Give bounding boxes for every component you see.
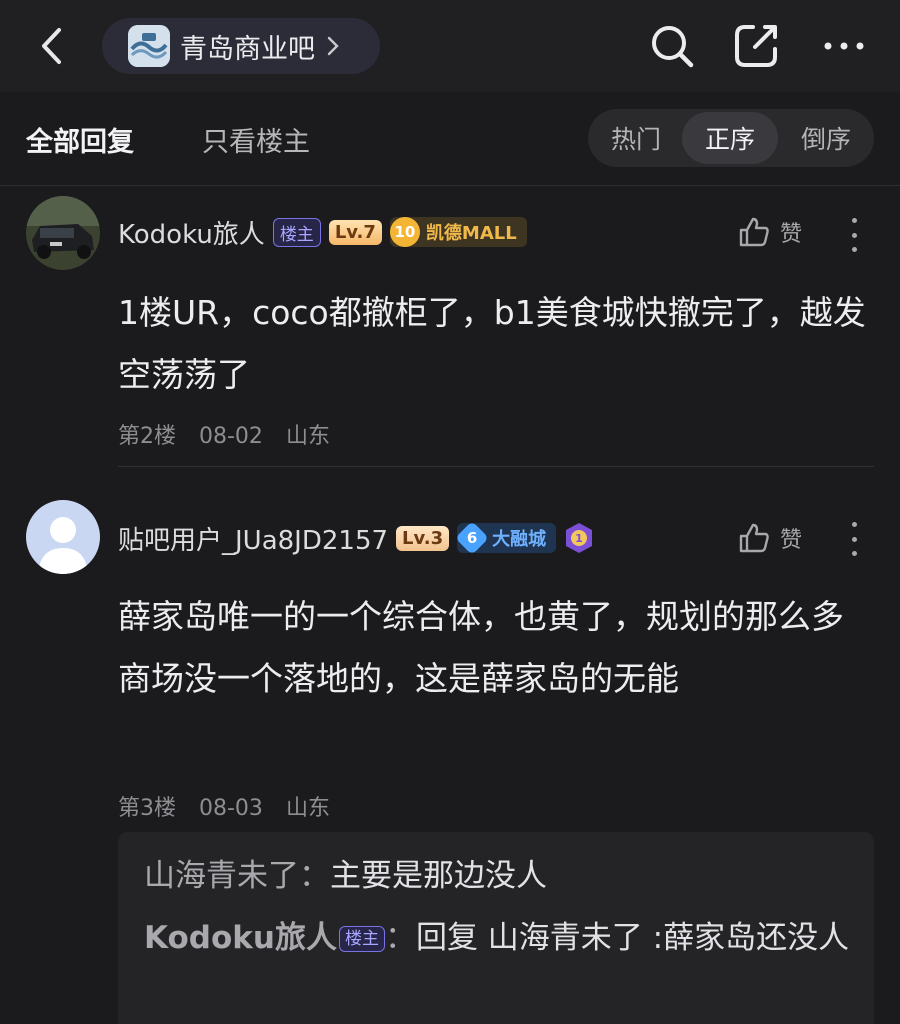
tab-all-replies[interactable]: 全部回复 <box>26 120 134 159</box>
badge-text: 凯德MALL <box>425 223 517 244</box>
forum-member-badge: 6 大融城 <box>455 521 557 555</box>
share-icon <box>735 25 777 67</box>
sort-ascending[interactable]: 正序 <box>682 112 778 164</box>
post-date: 08-02 <box>199 424 263 449</box>
like-label: 赞 <box>780 222 803 247</box>
chevron-right-icon <box>327 36 339 56</box>
filter-bar: 全部回复 只看楼主 热门 正序 倒序 <box>0 92 900 186</box>
post-location: 山东 <box>285 424 330 449</box>
post-meta: 第2楼 08-02 山东 <box>118 418 346 450</box>
vertical-dots-icon <box>851 522 857 527</box>
sub-reply-box[interactable]: 山海青未了：主要是那边没人 Kodoku旅人 楼主 ：回复 山海青未了 :薛家岛还没… <box>118 832 874 1024</box>
forum-member-badge: 10 凯德MALL <box>389 217 527 247</box>
like-label: 赞 <box>780 528 803 553</box>
sub-reply[interactable]: Kodoku旅人 楼主 ：回复 山海青未了 :薛家岛还没人 <box>144 912 854 964</box>
post-content: 1楼UR，coco都撤柜了，b1美食城快撤完了，越发空荡荡了 <box>118 293 866 394</box>
post-header: Kodoku旅人 楼主 Lv.7 10 凯德MALL <box>118 212 527 252</box>
like-button[interactable]: 赞 <box>738 216 802 248</box>
forum-name: 青岛商业吧 <box>180 33 315 65</box>
avatar[interactable] <box>26 196 100 270</box>
post-content: 薛家岛唯一的一个综合体，也黄了，规划的那么多商场没一个落地的，这是薛家岛的无能 <box>118 597 844 698</box>
share-button[interactable] <box>730 20 782 72</box>
more-icon <box>824 42 864 50</box>
sub-reply-separator: ： <box>384 920 416 956</box>
sub-reply-separator: ： <box>299 858 330 894</box>
reply-post: Kodoku旅人 楼主 Lv.7 10 凯德MALL 赞 1楼UR，coco都撤… <box>0 186 900 468</box>
sort-hot[interactable]: 热门 <box>588 109 684 167</box>
sub-reply-author[interactable]: 山海青未了 <box>144 858 299 894</box>
sort-descending[interactable]: 倒序 <box>778 109 874 167</box>
svg-text:1: 1 <box>575 532 583 545</box>
vertical-dots-icon <box>851 218 857 223</box>
back-button[interactable] <box>32 22 72 70</box>
post-location: 山东 <box>285 796 330 821</box>
back-arrow-icon <box>42 28 61 64</box>
thumbs-up-icon <box>739 523 769 553</box>
sub-reply-author[interactable]: Kodoku旅人 <box>144 920 337 956</box>
top-nav-bar: 青岛商业吧 <box>0 0 900 92</box>
username[interactable]: 贴吧用户_JUa8JD2157 <box>118 520 388 557</box>
search-button[interactable] <box>646 20 698 72</box>
forum-entry[interactable]: 青岛商业吧 <box>102 18 380 74</box>
avatar[interactable] <box>26 500 100 574</box>
sub-reply-text: 回复 山海青未了 :薛家岛还没人 <box>415 920 850 956</box>
sub-reply-text: 主要是那边没人 <box>330 858 547 894</box>
username[interactable]: Kodoku旅人 <box>118 214 265 251</box>
post-more-menu[interactable] <box>844 218 864 252</box>
floor-number: 第3楼 <box>118 796 176 821</box>
level-badge: Lv.3 <box>396 525 450 551</box>
post-more-menu[interactable] <box>844 522 864 556</box>
more-button[interactable] <box>818 20 870 72</box>
divider <box>118 466 874 467</box>
op-badge: 楼主 <box>272 217 321 247</box>
tab-op-only[interactable]: 只看楼主 <box>202 120 310 159</box>
post-meta: 第3楼 08-03 山东 <box>118 790 346 822</box>
forum-logo-icon <box>128 25 170 67</box>
thumbs-up-icon <box>739 217 769 247</box>
sub-reply[interactable]: 山海青未了：主要是那边没人 <box>144 850 854 902</box>
badge-text: 大融城 <box>492 529 547 550</box>
badge-number: 6 <box>455 521 490 555</box>
level-badge: Lv.7 <box>328 219 382 245</box>
post-header: 贴吧用户_JUa8JD2157 Lv.3 6 大融城 1 <box>118 518 594 558</box>
medal-icon: 1 <box>564 522 594 554</box>
op-badge: 楼主 <box>338 926 385 952</box>
post-date: 08-03 <box>199 796 263 821</box>
badge-number: 10 <box>389 217 420 247</box>
like-button[interactable]: 赞 <box>738 522 802 554</box>
sort-segmented-control: 热门 正序 倒序 <box>588 109 874 167</box>
floor-number: 第2楼 <box>118 424 176 449</box>
search-icon <box>652 26 694 68</box>
